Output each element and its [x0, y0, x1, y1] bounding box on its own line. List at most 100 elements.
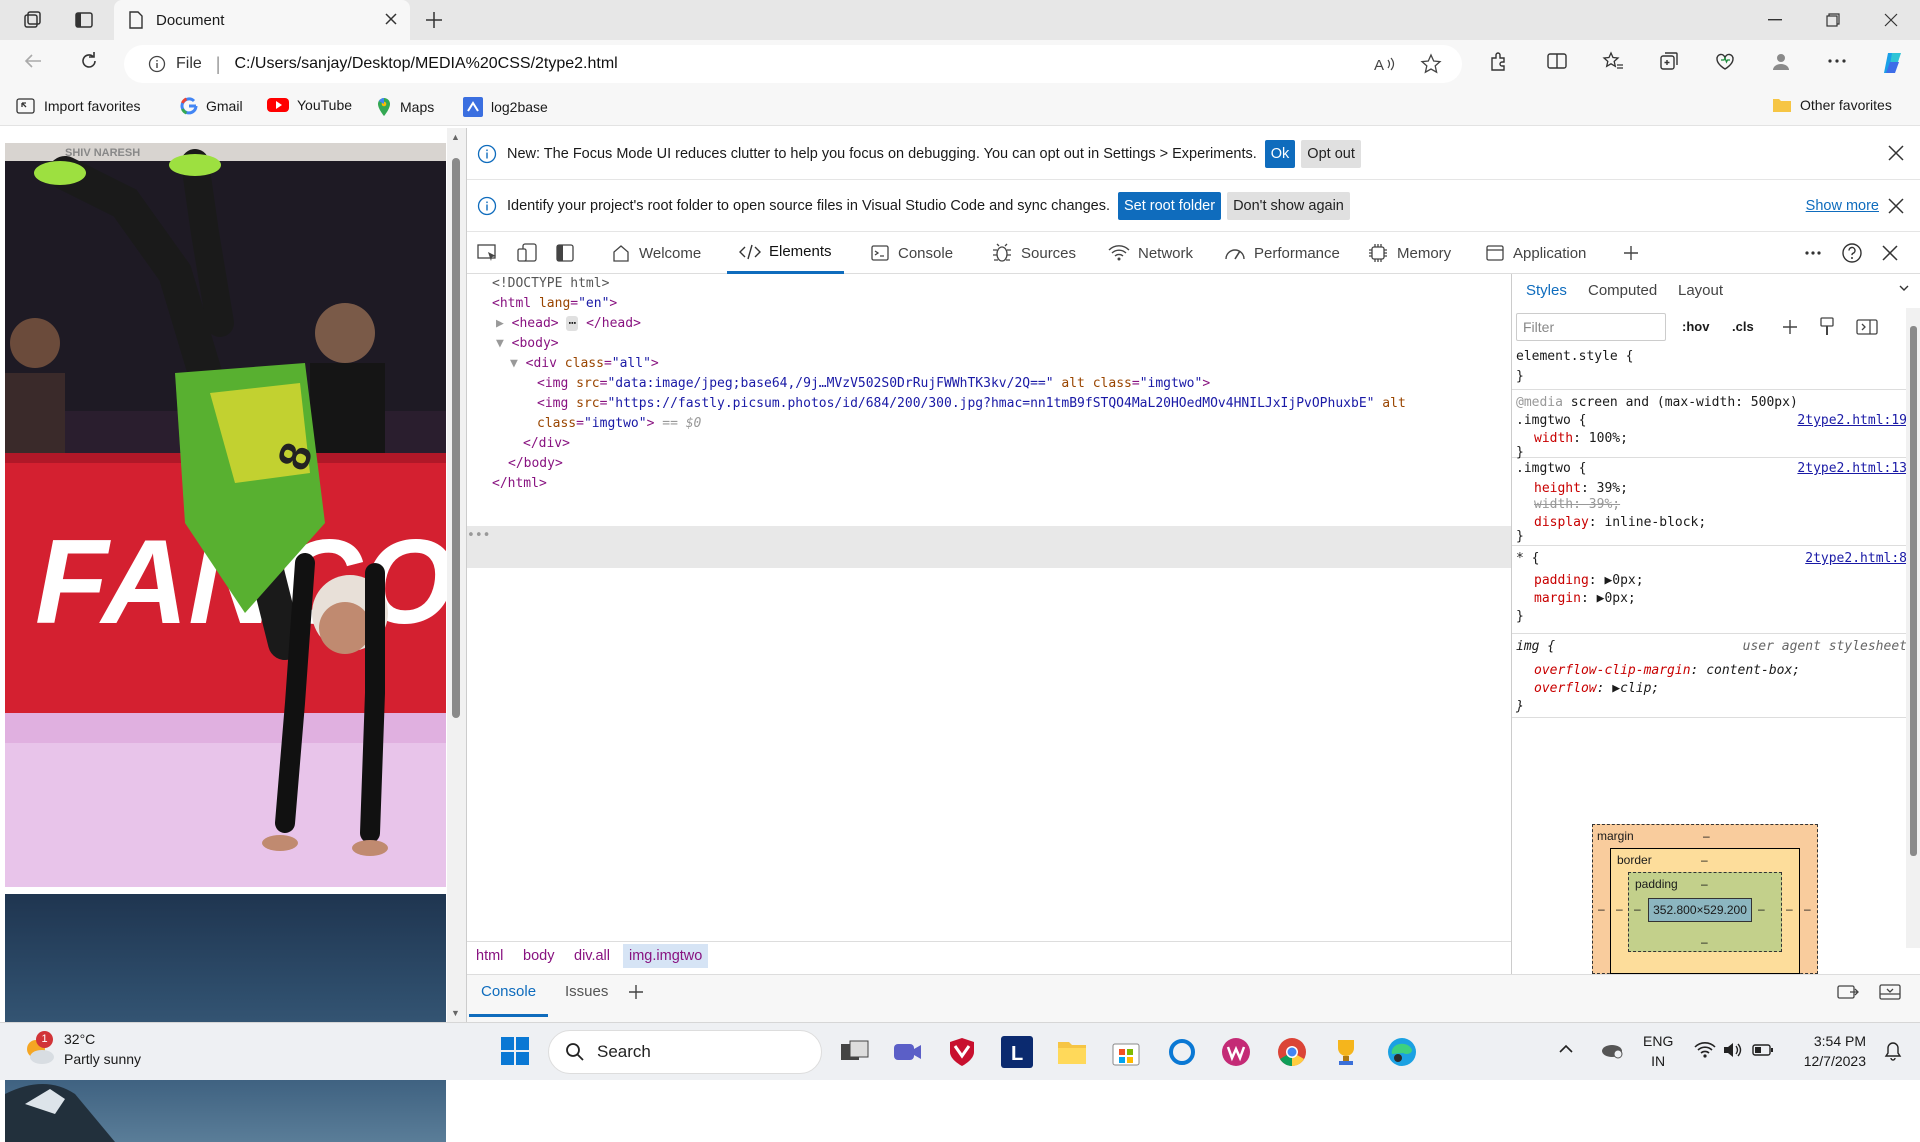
- close-infobar-icon[interactable]: [1887, 197, 1905, 215]
- favorite-import[interactable]: Import favorites: [16, 97, 140, 115]
- dock-drawer-icon[interactable]: [1837, 983, 1859, 1001]
- show-hidden-icons-chevron[interactable]: [1558, 1041, 1574, 1057]
- rule-selector[interactable]: * {: [1516, 550, 1539, 568]
- address-bar[interactable]: File | C:/Users/sanjay/Desktop/MEDIA%20C…: [124, 45, 1462, 83]
- close-drawer-icon[interactable]: [1879, 983, 1901, 1001]
- rule-selector[interactable]: .imgtwo {: [1516, 412, 1586, 430]
- favorite-log2base[interactable]: log2base: [463, 97, 548, 117]
- new-style-rule-icon[interactable]: [1780, 317, 1800, 337]
- close-tab-icon[interactable]: [384, 12, 398, 26]
- url-text[interactable]: C:/Users/sanjay/Desktop/MEDIA%20CSS/2typ…: [234, 55, 617, 73]
- edge-browser-icon[interactable]: [1386, 1036, 1418, 1068]
- dom-img-node-1[interactable]: <img src="data:image/jpeg;base64,/9j…MVz…: [537, 374, 1210, 394]
- rule-source-link[interactable]: 2type2.html:19: [1797, 412, 1907, 430]
- help-icon[interactable]: [1841, 232, 1863, 274]
- wps-office-icon[interactable]: [1220, 1036, 1252, 1068]
- dom-img-node-2[interactable]: <img src="https://fastly.picsum.photos/i…: [537, 394, 1406, 414]
- css-property[interactable]: padding: [1534, 573, 1589, 588]
- cls-toggle[interactable]: .cls: [1732, 319, 1754, 334]
- device-emulation-icon[interactable]: [517, 232, 539, 274]
- tab-welcome[interactable]: Welcome: [611, 232, 701, 274]
- breadcrumb-html[interactable]: html: [476, 948, 503, 964]
- rule-selector[interactable]: img {: [1516, 638, 1555, 656]
- extensions-icon[interactable]: [1488, 50, 1510, 72]
- rule-source-link[interactable]: 2type2.html:8: [1805, 550, 1907, 568]
- volume-icon[interactable]: [1722, 1041, 1742, 1059]
- tab-elements[interactable]: Elements: [727, 232, 844, 274]
- favorite-youtube[interactable]: YouTube: [267, 97, 352, 113]
- css-property[interactable]: display: [1534, 515, 1589, 530]
- styles-scrollbar-thumb[interactable]: [1910, 326, 1917, 856]
- split-screen-icon[interactable]: [1546, 50, 1568, 72]
- add-drawer-tool-icon[interactable]: [627, 983, 645, 1001]
- other-favorites[interactable]: Other favorites: [1772, 97, 1892, 113]
- set-root-folder-button[interactable]: Set root folder: [1118, 191, 1222, 220]
- task-view-icon[interactable]: [838, 1036, 870, 1068]
- drawer-tab-issues[interactable]: Issues: [565, 975, 608, 1009]
- mcafee-icon[interactable]: [946, 1036, 978, 1068]
- box-model-content[interactable]: 352.800×529.200: [1648, 898, 1752, 922]
- back-icon[interactable]: [22, 50, 44, 72]
- dom-div-node[interactable]: ▼ <div class="all">: [510, 354, 659, 374]
- tab-application[interactable]: Application: [1485, 232, 1586, 274]
- tab-console[interactable]: Console: [870, 232, 953, 274]
- microsoft-store-icon[interactable]: [1110, 1036, 1142, 1068]
- styles-scrollbar[interactable]: [1906, 308, 1920, 948]
- css-property[interactable]: overflow-clip-margin: [1534, 663, 1691, 678]
- css-property[interactable]: margin: [1534, 591, 1581, 606]
- onedrive-icon[interactable]: [1600, 1039, 1624, 1059]
- css-value[interactable]: inline-block;: [1604, 515, 1706, 530]
- more-tools-icon[interactable]: [1803, 232, 1823, 274]
- page-scrollbar[interactable]: ▲ ▼: [447, 128, 466, 1022]
- dom-body-close[interactable]: </body>: [508, 454, 563, 474]
- weather-temp[interactable]: 32°C: [64, 1031, 95, 1047]
- l-app-icon[interactable]: L: [1001, 1036, 1033, 1068]
- browser-essentials-icon[interactable]: [1714, 50, 1736, 72]
- favorite-star-icon[interactable]: [1420, 53, 1442, 75]
- css-value[interactable]: clip;: [1620, 681, 1659, 696]
- ok-button[interactable]: Ok: [1264, 139, 1296, 168]
- show-more-link[interactable]: Show more: [1806, 198, 1879, 214]
- paint-brush-icon[interactable]: [1818, 317, 1836, 337]
- wifi-status-icon[interactable]: [1694, 1041, 1716, 1059]
- collections-icon[interactable]: [1658, 50, 1680, 72]
- css-value[interactable]: content-box;: [1706, 663, 1800, 678]
- toggle-sidebar-icon[interactable]: [1856, 317, 1878, 337]
- dom-img-node-2-cont[interactable]: class="imgtwo"> == $0: [537, 414, 701, 434]
- opt-out-button[interactable]: Opt out: [1301, 139, 1361, 168]
- teams-meet-icon[interactable]: [891, 1036, 923, 1068]
- start-windows-icon[interactable]: [500, 1036, 532, 1068]
- close-window-icon[interactable]: [1862, 0, 1920, 40]
- rule-selector[interactable]: .imgtwo {: [1516, 460, 1586, 478]
- cortana-ring-icon[interactable]: [1166, 1036, 1198, 1068]
- weather-desc[interactable]: Partly sunny: [64, 1051, 141, 1067]
- dom-doctype[interactable]: <!DOCTYPE html>: [492, 274, 609, 294]
- css-value[interactable]: 0px;: [1604, 591, 1635, 606]
- tab-actions-icon[interactable]: [64, 0, 104, 40]
- favorite-gmail[interactable]: Gmail: [180, 97, 243, 115]
- dock-sidebar-icon[interactable]: [555, 232, 575, 274]
- add-tool-icon[interactable]: [1621, 232, 1641, 274]
- css-value[interactable]: 39%;: [1597, 481, 1628, 496]
- css-value[interactable]: 100%;: [1589, 431, 1628, 446]
- dom-head-node[interactable]: ▶ <head> ⋯ </head>: [496, 314, 641, 334]
- refresh-icon[interactable]: [78, 50, 100, 72]
- close-infobar-icon[interactable]: [1887, 144, 1905, 162]
- scroll-down-icon[interactable]: ▼: [451, 1008, 460, 1018]
- expand-triangle-icon[interactable]: ▶: [1612, 681, 1620, 696]
- favorite-maps[interactable]: Maps: [376, 97, 434, 117]
- rewards-trophy-icon[interactable]: [1330, 1036, 1362, 1068]
- inspect-element-icon[interactable]: [477, 232, 499, 274]
- dom-div-close[interactable]: </div>: [523, 434, 570, 454]
- css-value[interactable]: 0px;: [1612, 573, 1643, 588]
- dom-html-node[interactable]: <html lang="en">: [492, 294, 617, 314]
- tab-styles[interactable]: Styles: [1526, 282, 1567, 299]
- breadcrumb-img[interactable]: img.imgtwo: [623, 944, 709, 968]
- tab-computed[interactable]: Computed: [1588, 282, 1657, 299]
- rule-source-link[interactable]: 2type2.html:13: [1797, 460, 1907, 478]
- css-property[interactable]: height: [1534, 481, 1581, 496]
- settings-more-icon[interactable]: [1826, 50, 1848, 72]
- hov-toggle[interactable]: :hov: [1682, 319, 1709, 334]
- taskbar-search[interactable]: Search: [548, 1030, 822, 1074]
- styles-filter-input[interactable]: Filter: [1516, 313, 1666, 341]
